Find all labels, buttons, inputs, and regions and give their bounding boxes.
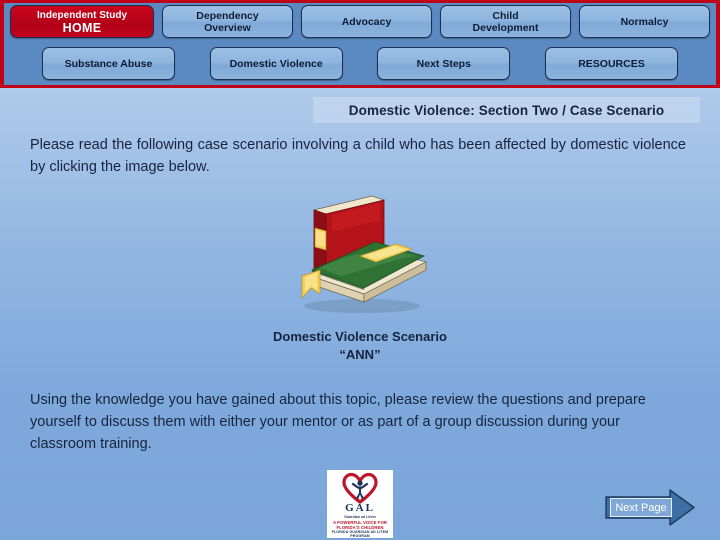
scenario-caption: Domestic Violence Scenario “ANN” xyxy=(0,328,720,364)
nav-row-secondary: Substance Abuse Domestic Violence Next S… xyxy=(4,47,716,83)
intro-paragraph-text: Please read the following case scenario … xyxy=(30,137,686,175)
gal-wordmark: GAL xyxy=(345,502,375,514)
slide-page: Independent Study HOME Dependency Overvi… xyxy=(0,0,720,540)
scenario-book-image-link[interactable] xyxy=(280,190,440,318)
nav-button-dependency-overview[interactable]: Dependency Overview xyxy=(162,5,293,38)
nav-button-home-line2: HOME xyxy=(62,20,102,35)
nav-button-home-line1: Independent Study xyxy=(37,9,127,21)
nav-row-primary: Independent Study HOME Dependency Overvi… xyxy=(4,5,716,41)
nav-button-advocacy[interactable]: Advocacy xyxy=(301,5,432,38)
nav-button-next-steps-label: Next Steps xyxy=(416,57,471,70)
nav-button-domestic-violence-label: Domestic Violence xyxy=(229,57,323,70)
nav-button-child-development-line1: Child xyxy=(492,9,519,22)
nav-button-resources-label: RESOURCES xyxy=(578,57,645,70)
nav-button-resources[interactable]: RESOURCES xyxy=(544,47,678,80)
nav-button-domestic-violence[interactable]: Domestic Violence xyxy=(209,47,343,80)
nav-button-advocacy-label: Advocacy xyxy=(341,15,392,28)
nav-button-substance-abuse-label: Substance Abuse xyxy=(64,57,153,70)
next-page-button[interactable]: Next Page xyxy=(604,489,696,526)
intro-paragraph: Please read the following case scenario … xyxy=(30,134,686,178)
nav-button-home[interactable]: Independent Study HOME xyxy=(10,5,154,38)
gal-tagline-line5: PROGRAM xyxy=(350,534,370,538)
nav-button-dependency-overview-line1: Dependency xyxy=(196,9,259,22)
closing-paragraph: Using the knowledge you have gained abou… xyxy=(30,389,686,455)
top-navigation-bar: Independent Study HOME Dependency Overvi… xyxy=(0,0,720,88)
closing-paragraph-text: Using the knowledge you have gained abou… xyxy=(30,392,646,452)
scenario-caption-line2: “ANN” xyxy=(339,347,381,362)
nav-button-substance-abuse[interactable]: Substance Abuse xyxy=(42,47,175,80)
nav-button-dependency-overview-line2: Overview xyxy=(204,21,251,34)
heart-with-child-icon xyxy=(342,472,378,504)
nav-button-normalcy-label: Normalcy xyxy=(620,15,669,28)
nav-button-normalcy[interactable]: Normalcy xyxy=(579,5,710,38)
scenario-caption-line1: Domestic Violence Scenario xyxy=(273,329,447,344)
page-title: Domestic Violence: Section Two / Case Sc… xyxy=(348,102,665,118)
next-page-label: Next Page xyxy=(610,498,672,517)
nav-button-child-development[interactable]: Child Development xyxy=(440,5,571,38)
nav-button-child-development-line2: Development xyxy=(472,21,539,34)
books-icon xyxy=(301,195,427,313)
gal-logo: GAL Guardian ad Litem A POWERFUL VOICE F… xyxy=(327,470,393,538)
nav-button-next-steps[interactable]: Next Steps xyxy=(377,47,511,80)
page-title-banner: Domestic Violence: Section Two / Case Sc… xyxy=(313,97,700,123)
